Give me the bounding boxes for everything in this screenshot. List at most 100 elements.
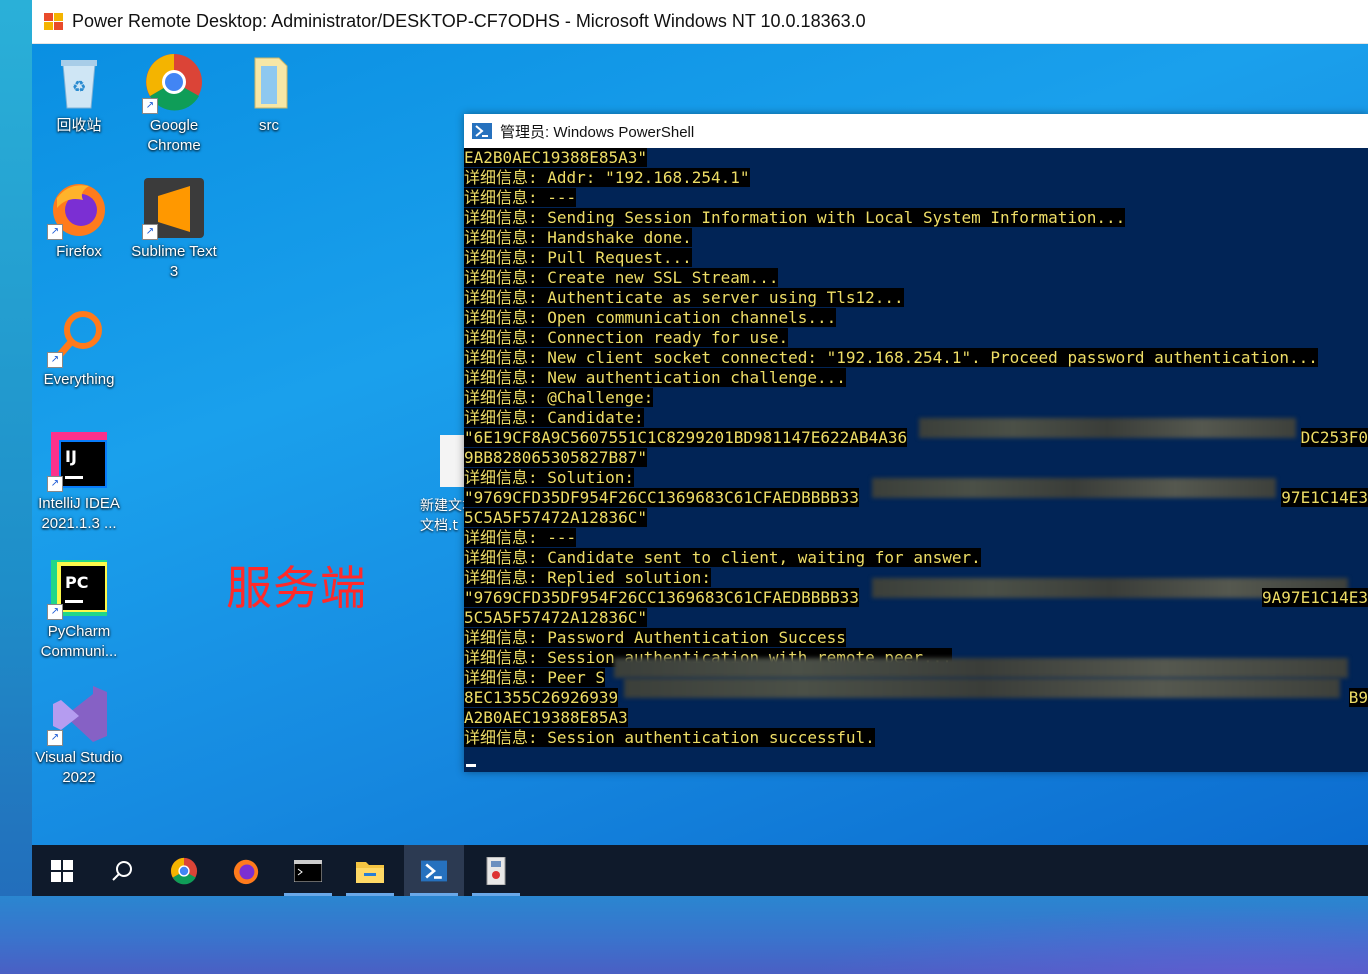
powershell-window[interactable]: 管理员: Windows PowerShell EA2B0AEC19388E85… (464, 114, 1368, 772)
remote-app-icon (486, 856, 506, 885)
host-desktop-edge (0, 0, 32, 974)
powershell-titlebar[interactable]: 管理员: Windows PowerShell (464, 114, 1368, 148)
console-line: 详细信息: Addr: "192.168.254.1" (464, 168, 750, 187)
visual-studio-shortcut[interactable]: ↗ Visual Studio 2022 (32, 684, 126, 788)
firefox-shortcut[interactable]: ↗ Firefox (32, 178, 126, 262)
console-line: 详细信息: Candidate sent to client, waiting … (464, 548, 981, 567)
powershell-icon (472, 123, 492, 139)
console-cursor (466, 764, 476, 767)
server-overlay-label: 服务端 (226, 561, 367, 615)
rdp-titlebar[interactable]: Power Remote Desktop: Administrator/DESK… (32, 0, 1368, 44)
console-line: 详细信息: Pull Request... (464, 248, 692, 267)
console-line: 详细信息: Password Authentication Success (464, 628, 846, 647)
redacted-region (872, 478, 1276, 498)
chrome-icon (170, 857, 198, 884)
shortcut-arrow-icon: ↗ (47, 352, 63, 368)
console-line: 详细信息: --- (464, 528, 577, 547)
chrome-label: Google Chrome (147, 117, 201, 154)
console-line: 详细信息: @Challenge: (464, 388, 654, 407)
rdp-window-title: Power Remote Desktop: Administrator/DESK… (72, 11, 866, 31)
recycle-bin-label: 回收站 (56, 117, 102, 134)
src-label: src (259, 117, 279, 134)
intellij-idea-icon: IJ ↗ (47, 430, 109, 492)
intellij-idea-shortcut[interactable]: IJ ↗ IntelliJ IDEA 2021.1.3 ... (32, 430, 126, 534)
remote-desktop: ♻ 回收站 ↗ Google Chrome src ↗ Firefox ↗ Su… (32, 44, 1368, 845)
shortcut-arrow-icon: ↗ (47, 224, 63, 240)
pycharm-icon: PC ↗ (47, 558, 109, 620)
console-line: 详细信息: Sending Session Information with L… (464, 208, 1126, 227)
shortcut-arrow-icon: ↗ (47, 730, 63, 746)
chrome-icon: ↗ (142, 52, 204, 114)
firefox-icon: ↗ (47, 178, 109, 240)
search-icon (112, 860, 132, 881)
console-line-tail: DC253F0 (1300, 428, 1368, 447)
sublime-text-icon: ↗ (142, 178, 204, 240)
rdp-window: Power Remote Desktop: Administrator/DESK… (32, 0, 1368, 896)
running-indicator (346, 893, 394, 896)
svg-text:IJ: IJ (65, 447, 77, 466)
running-indicator (410, 893, 458, 896)
folder-icon (239, 52, 299, 112)
shortcut-arrow-icon: ↗ (142, 224, 158, 240)
everything-shortcut[interactable]: ↗ Everything (32, 306, 126, 390)
console-line: 详细信息: Connection ready for use. (464, 328, 789, 347)
console-line: 详细信息: New client socket connected: "192.… (464, 348, 1318, 367)
console-line: 详细信息: --- (464, 188, 577, 207)
console-line: 详细信息: New authentication challenge... (464, 368, 846, 387)
rdp-app-icon (44, 12, 64, 31)
taskbar (32, 845, 1368, 896)
console-line: 详细信息: Session authentication successful. (464, 728, 875, 747)
redacted-region (624, 678, 1340, 698)
sublime-text-label: Sublime Text 3 (131, 243, 217, 280)
sublime-text-shortcut[interactable]: ↗ Sublime Text 3 (127, 178, 221, 282)
console-line-tail: B9 (1348, 688, 1368, 707)
pycharm-shortcut[interactable]: PC ↗ PyCharm Communi... (32, 558, 126, 662)
firefox-icon (233, 859, 259, 884)
console-line-tail: 9A97E1C14E3 (1262, 588, 1368, 607)
text-file-icon[interactable] (440, 435, 464, 487)
taskbar-search-button[interactable] (92, 845, 152, 896)
src-folder-shortcut[interactable]: src (222, 52, 316, 136)
taskbar-terminal[interactable] (278, 845, 338, 896)
file-explorer-icon (356, 861, 384, 883)
running-indicator (284, 893, 332, 896)
firefox-label: Firefox (56, 243, 102, 260)
console-line: 5C5A5F57472A12836C" (464, 608, 648, 627)
recycle-bin-icon: ♻ (49, 52, 109, 112)
console-line: A2B0AEC19388E85A3 (464, 708, 628, 727)
chrome-shortcut[interactable]: ↗ Google Chrome (127, 52, 221, 156)
shortcut-arrow-icon: ↗ (142, 98, 158, 114)
visual-studio-icon: ↗ (47, 684, 109, 746)
console-line: 9BB828065305827B87" (464, 448, 648, 467)
taskbar-remote-app[interactable] (466, 845, 526, 896)
taskbar-chrome[interactable] (154, 845, 214, 896)
console-line: 5C5A5F57472A12836C" (464, 508, 648, 527)
taskbar-file-explorer[interactable] (340, 845, 400, 896)
powershell-icon (421, 860, 447, 881)
console-line: 详细信息: Authenticate as server using Tls12… (464, 288, 904, 307)
taskbar-powershell[interactable] (404, 845, 464, 896)
console-line-tail: 97E1C14E3 (1281, 488, 1368, 507)
console-line: EA2B0AEC19388E85A3" (464, 148, 648, 167)
recycle-bin-shortcut[interactable]: ♻ 回收站 (32, 52, 126, 136)
windows-start-icon (51, 859, 73, 882)
shortcut-arrow-icon: ↗ (47, 476, 63, 492)
shortcut-arrow-icon: ↗ (47, 604, 63, 620)
svg-text:♻: ♻ (72, 77, 86, 96)
host-desktop-bottom (0, 896, 1368, 974)
console-line: 详细信息: Handshake done. (464, 228, 692, 247)
everything-magnifier-icon: ↗ (47, 306, 109, 368)
taskbar-firefox[interactable] (216, 845, 276, 896)
svg-text:PC: PC (65, 573, 88, 592)
everything-label: Everything (43, 371, 115, 388)
visual-studio-label: Visual Studio 2022 (35, 749, 123, 786)
redacted-region (919, 418, 1296, 438)
start-button[interactable] (32, 845, 92, 896)
terminal-icon (294, 859, 322, 882)
intellij-idea-label: IntelliJ IDEA 2021.1.3 ... (38, 495, 120, 532)
console-line: 详细信息: Open communication channels... (464, 308, 837, 327)
running-indicator (472, 893, 520, 896)
powershell-console[interactable]: EA2B0AEC19388E85A3" 详细信息: Addr: "192.168.… (464, 148, 1368, 772)
pycharm-label: PyCharm Communi... (40, 623, 118, 660)
redacted-region (614, 658, 1348, 678)
